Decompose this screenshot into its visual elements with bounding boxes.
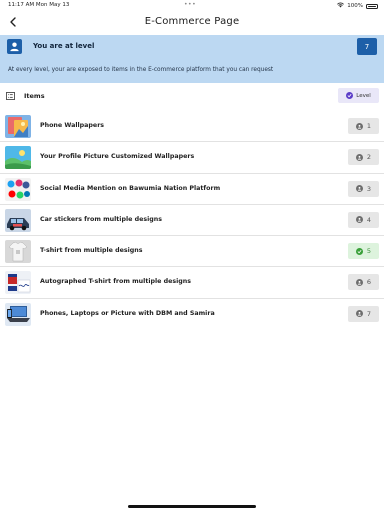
level-chip-label: Level (356, 92, 371, 99)
level-description: At every level, your are exposed to item… (8, 67, 274, 73)
status-bar: 11:17 AM Mon May 13 ••• 100% (0, 0, 384, 10)
battery-percent: 100% (347, 3, 363, 9)
autographed-tshirt-thumbnail (5, 271, 31, 295)
lock-icon (355, 216, 363, 224)
item-level-badge: 4 (348, 211, 379, 228)
item-level-number: 2 (366, 153, 372, 162)
item-label: Phones, Laptops or Picture with DBM and … (40, 309, 215, 317)
user-icon (7, 39, 22, 54)
lock-icon (355, 185, 363, 193)
item-level-badge: 5 (348, 243, 379, 260)
item-label: Phone Wallpapers (40, 122, 105, 129)
battery-icon (366, 3, 378, 9)
lock-icon (355, 122, 363, 130)
list-item[interactable]: Phones, Laptops or Picture with DBM and … (0, 299, 384, 330)
social-media-thumbnail (5, 177, 31, 201)
item-level-number: 7 (366, 309, 372, 318)
item-level-badge: 2 (348, 149, 379, 166)
item-level-badge: 7 (348, 305, 379, 322)
status-indicators: 100% (337, 2, 378, 10)
laptop-thumbnail (5, 302, 31, 326)
item-level-badge: 6 (348, 274, 379, 291)
item-level-badge: 1 (348, 118, 379, 134)
list-icon (6, 92, 15, 100)
item-label: Car stickers from multiple designs (40, 215, 162, 223)
item-label: T-shirt from multiple designs (40, 247, 143, 255)
item-list: Phone Wallpapers 1 Your Profile Picture … (0, 111, 384, 330)
list-item[interactable]: Autographed T-shirt from multiple design… (0, 267, 384, 299)
list-item[interactable]: T-shirt from multiple designs 5 (0, 236, 384, 268)
item-level-number: 4 (366, 215, 372, 224)
car-sticker-thumbnail (5, 208, 31, 232)
list-item[interactable]: Car stickers from multiple designs 4 (0, 205, 384, 237)
list-item[interactable]: Your Profile Picture Customized Wallpape… (0, 142, 384, 174)
page-title: E-Commerce Page (144, 16, 240, 27)
phone-wallpaper-thumbnail (5, 115, 31, 138)
item-level-number: 1 (366, 122, 372, 130)
status-date-text: Mon May 13 (35, 2, 70, 8)
current-level-badge: 7 (357, 38, 377, 55)
item-level-number: 3 (366, 184, 372, 193)
level-filter-chip[interactable]: Level (338, 88, 379, 103)
items-header: Items Level (0, 87, 384, 107)
item-level-number: 5 (366, 247, 372, 256)
item-label: Autographed T-shirt from multiple design… (40, 278, 192, 286)
profile-wallpaper-thumbnail (5, 146, 31, 170)
lock-icon (355, 310, 363, 318)
items-title: Items (24, 92, 45, 100)
level-heading: You are at level (33, 42, 95, 50)
item-level-number: 6 (366, 278, 372, 287)
status-time-text: 11:17 AM (8, 2, 35, 8)
list-item[interactable]: Phone Wallpapers 1 (0, 111, 384, 143)
list-item[interactable]: Social Media Mention on Bawumia Nation P… (0, 174, 384, 205)
multitasking-dots-icon[interactable]: ••• (184, 1, 196, 8)
page-header: E-Commerce Page (0, 10, 384, 35)
item-level-badge: 3 (348, 180, 379, 197)
status-time: 11:17 AM Mon May 13 (8, 2, 69, 8)
home-indicator[interactable] (128, 505, 256, 508)
item-label: Your Profile Picture Customized Wallpape… (40, 153, 195, 161)
item-label: Social Media Mention on Bawumia Nation P… (40, 184, 221, 192)
check-icon (346, 92, 354, 99)
tshirt-thumbnail (5, 240, 31, 264)
check-icon (355, 247, 363, 255)
lock-icon (355, 153, 363, 161)
wifi-icon (337, 2, 345, 10)
level-banner: You are at level 7 At every level, your … (0, 35, 384, 83)
lock-icon (355, 278, 363, 286)
